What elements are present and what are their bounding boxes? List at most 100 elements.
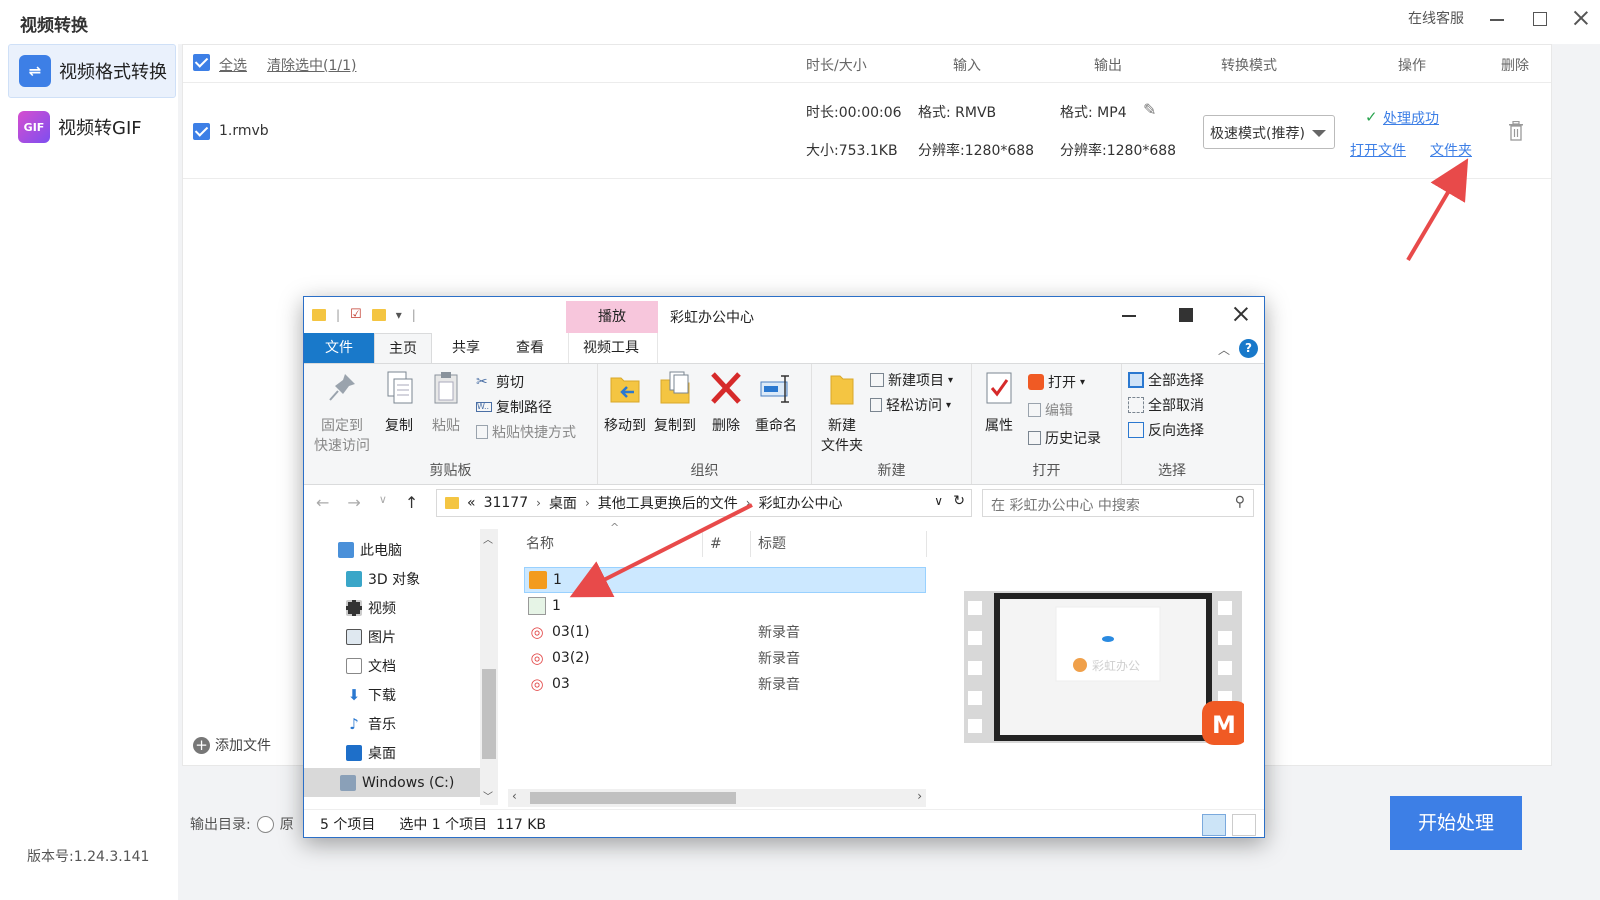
output-radio-original[interactable]	[256, 815, 274, 833]
tree-item-videos[interactable]: 视频	[346, 593, 396, 622]
new-item-button[interactable]: 新建项目 ▾	[870, 370, 953, 390]
column-divider[interactable]	[926, 531, 927, 557]
scroll-up-icon[interactable]: ︿	[483, 531, 493, 546]
online-service-link[interactable]: 在线客服	[1408, 8, 1464, 28]
invert-selection-button[interactable]: 反向选择	[1128, 420, 1204, 440]
row-checkbox[interactable]	[193, 123, 210, 140]
copy-button[interactable]: 复制	[378, 370, 420, 436]
column-divider[interactable]	[750, 531, 751, 557]
easy-access-button[interactable]: 轻松访问 ▾	[870, 395, 951, 415]
mode-select[interactable]: 极速模式(推荐)	[1203, 115, 1335, 149]
cut-button[interactable]: ✂ 剪切	[476, 372, 524, 392]
column-name[interactable]: 名称	[526, 529, 554, 563]
file-row[interactable]: ◎ 03 新录音	[524, 671, 926, 697]
scroll-down-icon[interactable]: ﹀	[483, 788, 493, 803]
pin-quick-access-button[interactable]: 固定到 快速访问	[312, 370, 372, 456]
properties-check-icon[interactable]: ☑	[350, 307, 362, 322]
select-none-button[interactable]: 全部取消	[1128, 395, 1204, 415]
select-all-label[interactable]: 全选	[219, 55, 247, 75]
breadcrumb-separator-icon[interactable]: ›	[746, 496, 751, 510]
file-row[interactable]: 1	[524, 567, 926, 593]
select-all-button[interactable]: 全部选择	[1128, 370, 1204, 390]
tree-item-documents[interactable]: 文档	[346, 651, 396, 680]
tree-item-windows-c[interactable]: Windows (C:)	[304, 768, 480, 797]
new-folder-icon[interactable]	[371, 308, 386, 321]
scrollbar-thumb[interactable]	[530, 792, 736, 804]
delete-button[interactable]: 删除	[706, 370, 746, 436]
recent-chevron-icon[interactable]: ∨	[379, 493, 387, 512]
tree-item-this-pc[interactable]: 此电脑	[338, 535, 402, 564]
breadcrumb-overflow[interactable]: «	[467, 495, 476, 511]
tree-item-pictures[interactable]: 图片	[346, 622, 396, 651]
scroll-left-icon[interactable]: ‹	[512, 789, 517, 803]
add-file-button[interactable]: + 添加文件	[193, 735, 271, 755]
maximize-button[interactable]	[1530, 9, 1548, 27]
clear-selection-link[interactable]: 清除选中(1/1)	[267, 55, 356, 75]
collapse-ribbon-icon[interactable]: ︿	[1218, 341, 1230, 358]
status-success-link[interactable]: 处理成功	[1383, 108, 1439, 128]
file-row[interactable]: ◎ 03(1) 新录音	[524, 619, 926, 645]
forward-arrow-icon[interactable]: →	[347, 493, 360, 512]
scroll-right-icon[interactable]: ›	[917, 789, 922, 803]
breadcrumb-item[interactable]: 31177	[484, 495, 529, 511]
paste-button[interactable]: 粘贴	[426, 370, 466, 436]
paste-shortcut-button[interactable]: 粘贴快捷方式	[476, 422, 576, 442]
tree-item-desktop[interactable]: 桌面	[346, 738, 396, 767]
contextual-tab-play[interactable]: 播放	[566, 301, 658, 333]
move-to-button[interactable]: 移动到	[602, 370, 648, 436]
file-row[interactable]: ◎ 03(2) 新录音	[524, 645, 926, 671]
select-all-checkbox[interactable]	[193, 54, 210, 71]
column-number[interactable]: #	[710, 529, 722, 563]
file-row[interactable]: 1	[524, 593, 926, 619]
copy-to-button[interactable]: 复制到	[652, 370, 698, 436]
tab-video-tools[interactable]: 视频工具	[568, 333, 658, 363]
start-processing-button[interactable]: 开始处理	[1390, 796, 1522, 850]
history-button[interactable]: 历史记录	[1028, 428, 1101, 448]
tree-item-music[interactable]: ♪ 音乐	[346, 709, 396, 738]
rename-button[interactable]: 重命名	[752, 370, 800, 436]
chevron-down-icon[interactable]: ▾	[396, 308, 402, 322]
tree-item-3d-objects[interactable]: 3D 对象	[346, 564, 420, 593]
open-file-link[interactable]: 打开文件	[1350, 140, 1406, 160]
trash-icon[interactable]	[1508, 121, 1524, 141]
explorer-close-button[interactable]	[1232, 305, 1250, 323]
edit-button[interactable]: 编辑	[1028, 400, 1073, 420]
explorer-minimize-button[interactable]	[1120, 305, 1138, 323]
help-icon[interactable]: ?	[1239, 339, 1258, 358]
address-bar[interactable]: « 31177 › 桌面 › 其他工具更换后的文件 › 彩虹办公中心 ∨ ↻	[436, 489, 972, 517]
up-arrow-icon[interactable]: ↑	[405, 493, 418, 512]
scissors-icon: ✂	[476, 374, 488, 390]
tab-share[interactable]: 共享	[438, 333, 494, 363]
copy-path-button[interactable]: W.. 复制路径	[476, 397, 552, 417]
sidebar-item-video-to-gif[interactable]: GIF 视频转GIF	[8, 100, 176, 154]
open-folder-link[interactable]: 文件夹	[1430, 140, 1472, 160]
details-view-icon[interactable]	[1202, 814, 1226, 836]
scrollbar-thumb[interactable]	[482, 669, 496, 759]
tab-file[interactable]: 文件	[304, 333, 374, 363]
tree-scrollbar[interactable]: ︿ ﹀	[480, 529, 498, 805]
tab-home[interactable]: 主页	[374, 333, 432, 363]
sidebar-item-video-convert[interactable]: ⇌ 视频格式转换	[8, 44, 176, 98]
large-icons-view-icon[interactable]	[1232, 814, 1256, 836]
refresh-icon[interactable]: ↻	[953, 493, 965, 509]
breadcrumb-item[interactable]: 其他工具更换后的文件	[598, 493, 738, 513]
tree-item-downloads[interactable]: ⬇ 下载	[346, 680, 396, 709]
properties-button[interactable]: 属性	[978, 370, 1020, 436]
chevron-down-icon[interactable]: ∨	[934, 494, 943, 508]
tab-view[interactable]: 查看	[502, 333, 558, 363]
breadcrumb-separator-icon[interactable]: ›	[536, 496, 541, 510]
minimize-button[interactable]	[1488, 9, 1506, 27]
breadcrumb-separator-icon[interactable]: ›	[585, 496, 590, 510]
explorer-maximize-button[interactable]	[1176, 305, 1194, 323]
column-divider[interactable]	[702, 531, 703, 557]
edit-icon[interactable]: ✎	[1143, 100, 1156, 119]
breadcrumb-item[interactable]: 桌面	[549, 493, 577, 513]
close-button[interactable]	[1572, 9, 1590, 27]
back-arrow-icon[interactable]: ←	[316, 493, 329, 512]
file-list-horizontal-scrollbar[interactable]: ‹ ›	[508, 789, 926, 807]
breadcrumb-item[interactable]: 彩虹办公中心	[759, 493, 843, 513]
open-button[interactable]: 打开 ▾	[1028, 372, 1085, 392]
new-folder-button[interactable]: 新建 文件夹	[818, 370, 866, 456]
search-input[interactable]: 在 彩虹办公中心 中搜索 ⚲	[982, 489, 1254, 517]
column-title[interactable]: 标题	[758, 529, 786, 563]
